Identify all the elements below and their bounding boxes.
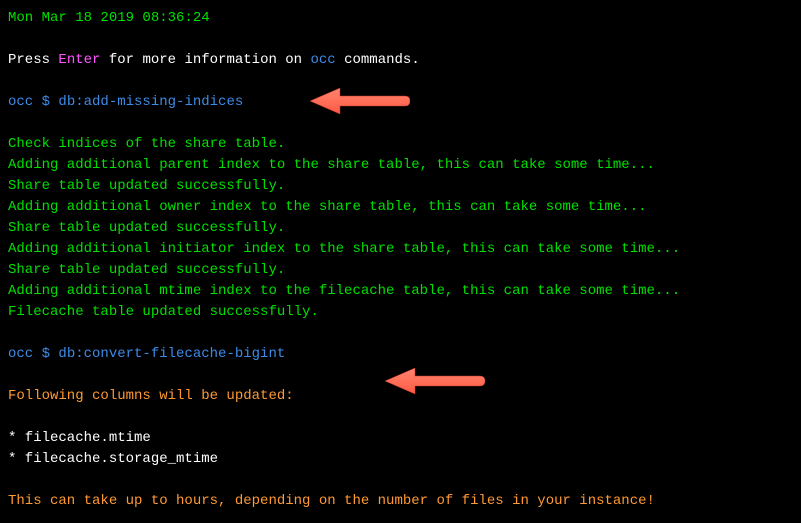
intro-press: Press (8, 52, 58, 68)
timestamp: Mon Mar 18 2019 08:36:24 (8, 8, 793, 29)
blank-line (8, 407, 793, 428)
command-text: db:add-missing-indices (58, 94, 243, 110)
output-line: Share table updated successfully. (8, 218, 793, 239)
blank-line (8, 29, 793, 50)
output-line: Adding additional parent index to the sh… (8, 155, 793, 176)
output-line: Filecache table updated successfully. (8, 302, 793, 323)
output-item: * filecache.storage_mtime (8, 449, 793, 470)
intro-mid: for more information on (100, 52, 310, 68)
intro-enter: Enter (58, 52, 100, 68)
command-line-1[interactable]: occ $ db:add-missing-indices (8, 92, 793, 113)
output-line: Adding additional mtime index to the fil… (8, 281, 793, 302)
prompt-prefix: occ $ (8, 346, 58, 362)
output-warning: This can take up to hours, depending on … (8, 491, 793, 512)
intro-tail: commands. (336, 52, 420, 68)
blank-line (8, 113, 793, 134)
blank-line (8, 470, 793, 491)
blank-line (8, 323, 793, 344)
blank-line (8, 71, 793, 92)
prompt-prefix: occ $ (8, 94, 58, 110)
output-header: Following columns will be updated: (8, 386, 793, 407)
blank-line (8, 365, 793, 386)
output-item: * filecache.mtime (8, 428, 793, 449)
output-line: Adding additional owner index to the sha… (8, 197, 793, 218)
command-text: db:convert-filecache-bigint (58, 346, 285, 362)
intro-line: Press Enter for more information on occ … (8, 50, 793, 71)
output-line: Share table updated successfully. (8, 176, 793, 197)
intro-occ: occ (310, 52, 335, 68)
command-line-2[interactable]: occ $ db:convert-filecache-bigint (8, 344, 793, 365)
output-line: Share table updated successfully. (8, 260, 793, 281)
output-line: Check indices of the share table. (8, 134, 793, 155)
output-line: Adding additional initiator index to the… (8, 239, 793, 260)
